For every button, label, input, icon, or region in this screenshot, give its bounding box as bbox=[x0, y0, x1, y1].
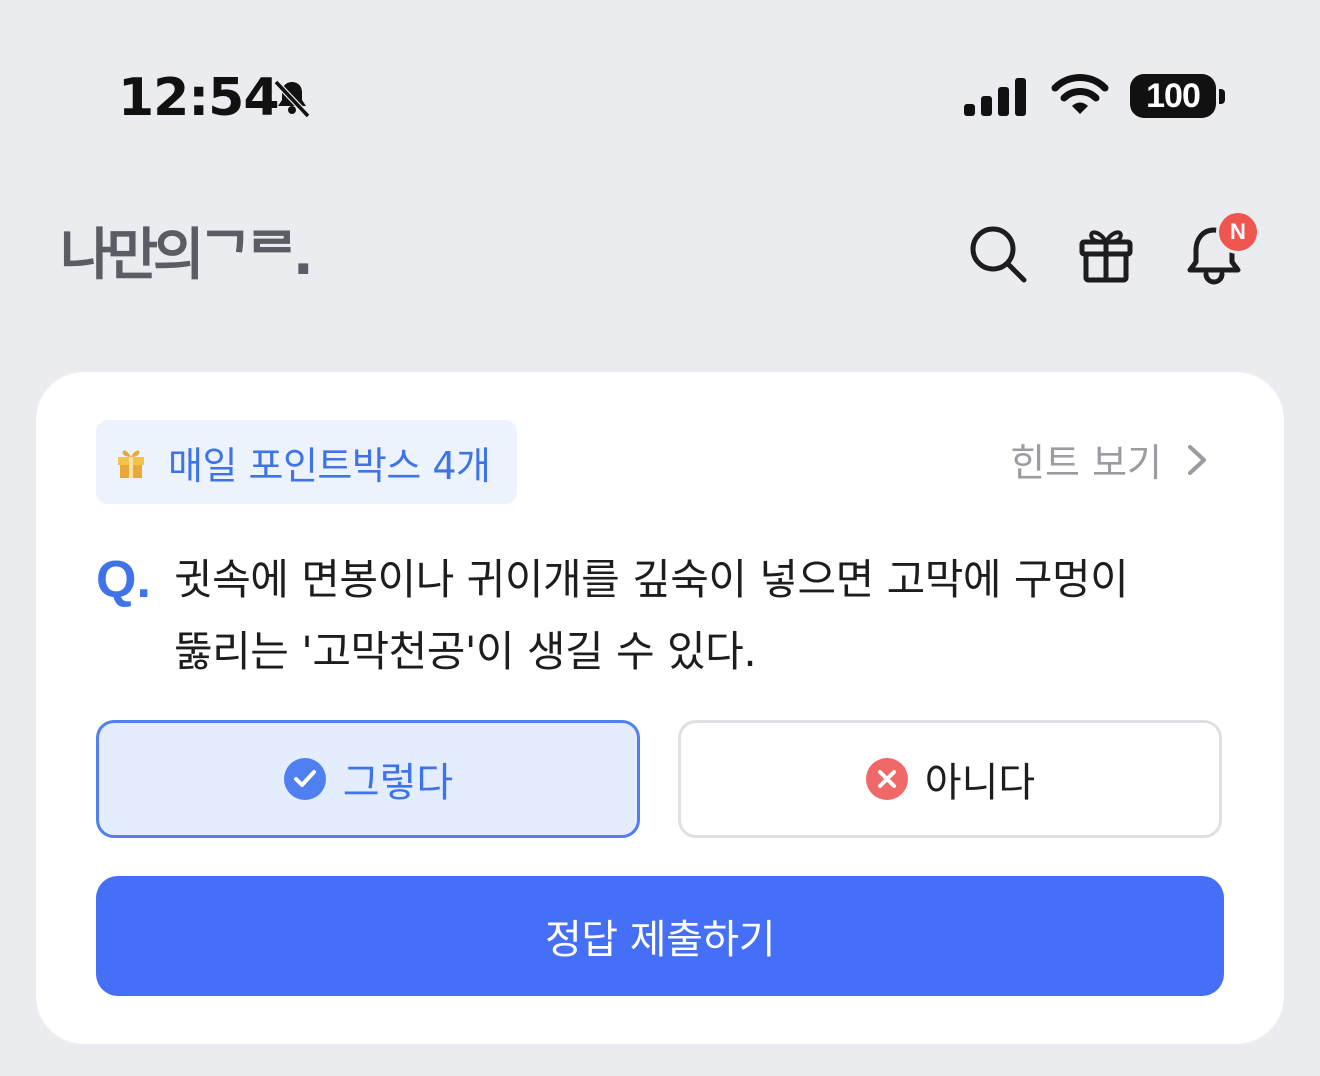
answer-yes-label: 그렇다 bbox=[342, 760, 454, 806]
answer-no-label: 아니다 bbox=[924, 760, 1036, 806]
answer-yes-button[interactable]: 그렇다 bbox=[96, 720, 640, 838]
battery-level: 100 bbox=[1130, 74, 1216, 118]
app-header: 나만의ᄀᄅ. bbox=[0, 190, 1320, 340]
question-line-2: 뚫리는 '고막천공'이 생길 수 있다. bbox=[174, 627, 757, 676]
app-logo[interactable]: 나만의ᄀᄅ. bbox=[60, 216, 314, 296]
status-bar: 12:54 100 bbox=[0, 0, 1320, 190]
hint-label: 힌트 보기 bbox=[1010, 441, 1162, 485]
bell-slash-icon bbox=[273, 79, 311, 119]
gift-box-icon bbox=[118, 450, 144, 478]
x-circle-icon bbox=[865, 758, 908, 800]
search-icon[interactable] bbox=[966, 222, 1030, 286]
check-circle-icon bbox=[283, 758, 326, 800]
chevron-right-icon bbox=[1188, 444, 1206, 475]
notification-badge: N bbox=[1216, 210, 1260, 254]
question-prefix: Q. bbox=[96, 551, 151, 609]
battery-tip bbox=[1219, 89, 1225, 104]
quiz-card: 매일 포인트박스 4개 힌트 보기 Q. 귓속에 면봉이나 귀이개를 깊숙이 넣… bbox=[36, 372, 1284, 1044]
points-badge: 매일 포인트박스 4개 bbox=[96, 420, 517, 504]
question-text: 귓속에 면봉이나 귀이개를 깊숙이 넣으면 고막에 구멍이 뚫리는 '고막천공'… bbox=[174, 544, 1234, 688]
submit-answer-button[interactable]: 정답 제출하기 bbox=[96, 876, 1224, 996]
signal-icon bbox=[964, 78, 1026, 116]
hint-button[interactable]: 힌트 보기 bbox=[1010, 432, 1210, 487]
gift-icon[interactable] bbox=[1074, 222, 1138, 286]
points-badge-label: 매일 포인트박스 4개 bbox=[168, 443, 491, 488]
question-line-1: 귓속에 면봉이나 귀이개를 깊숙이 넣으면 고막에 구멍이 bbox=[174, 555, 1129, 604]
battery-icon: 100 bbox=[1130, 74, 1226, 120]
status-time: 12:54 bbox=[118, 68, 280, 128]
answer-no-button[interactable]: 아니다 bbox=[678, 720, 1222, 838]
wifi-icon bbox=[1051, 74, 1109, 114]
